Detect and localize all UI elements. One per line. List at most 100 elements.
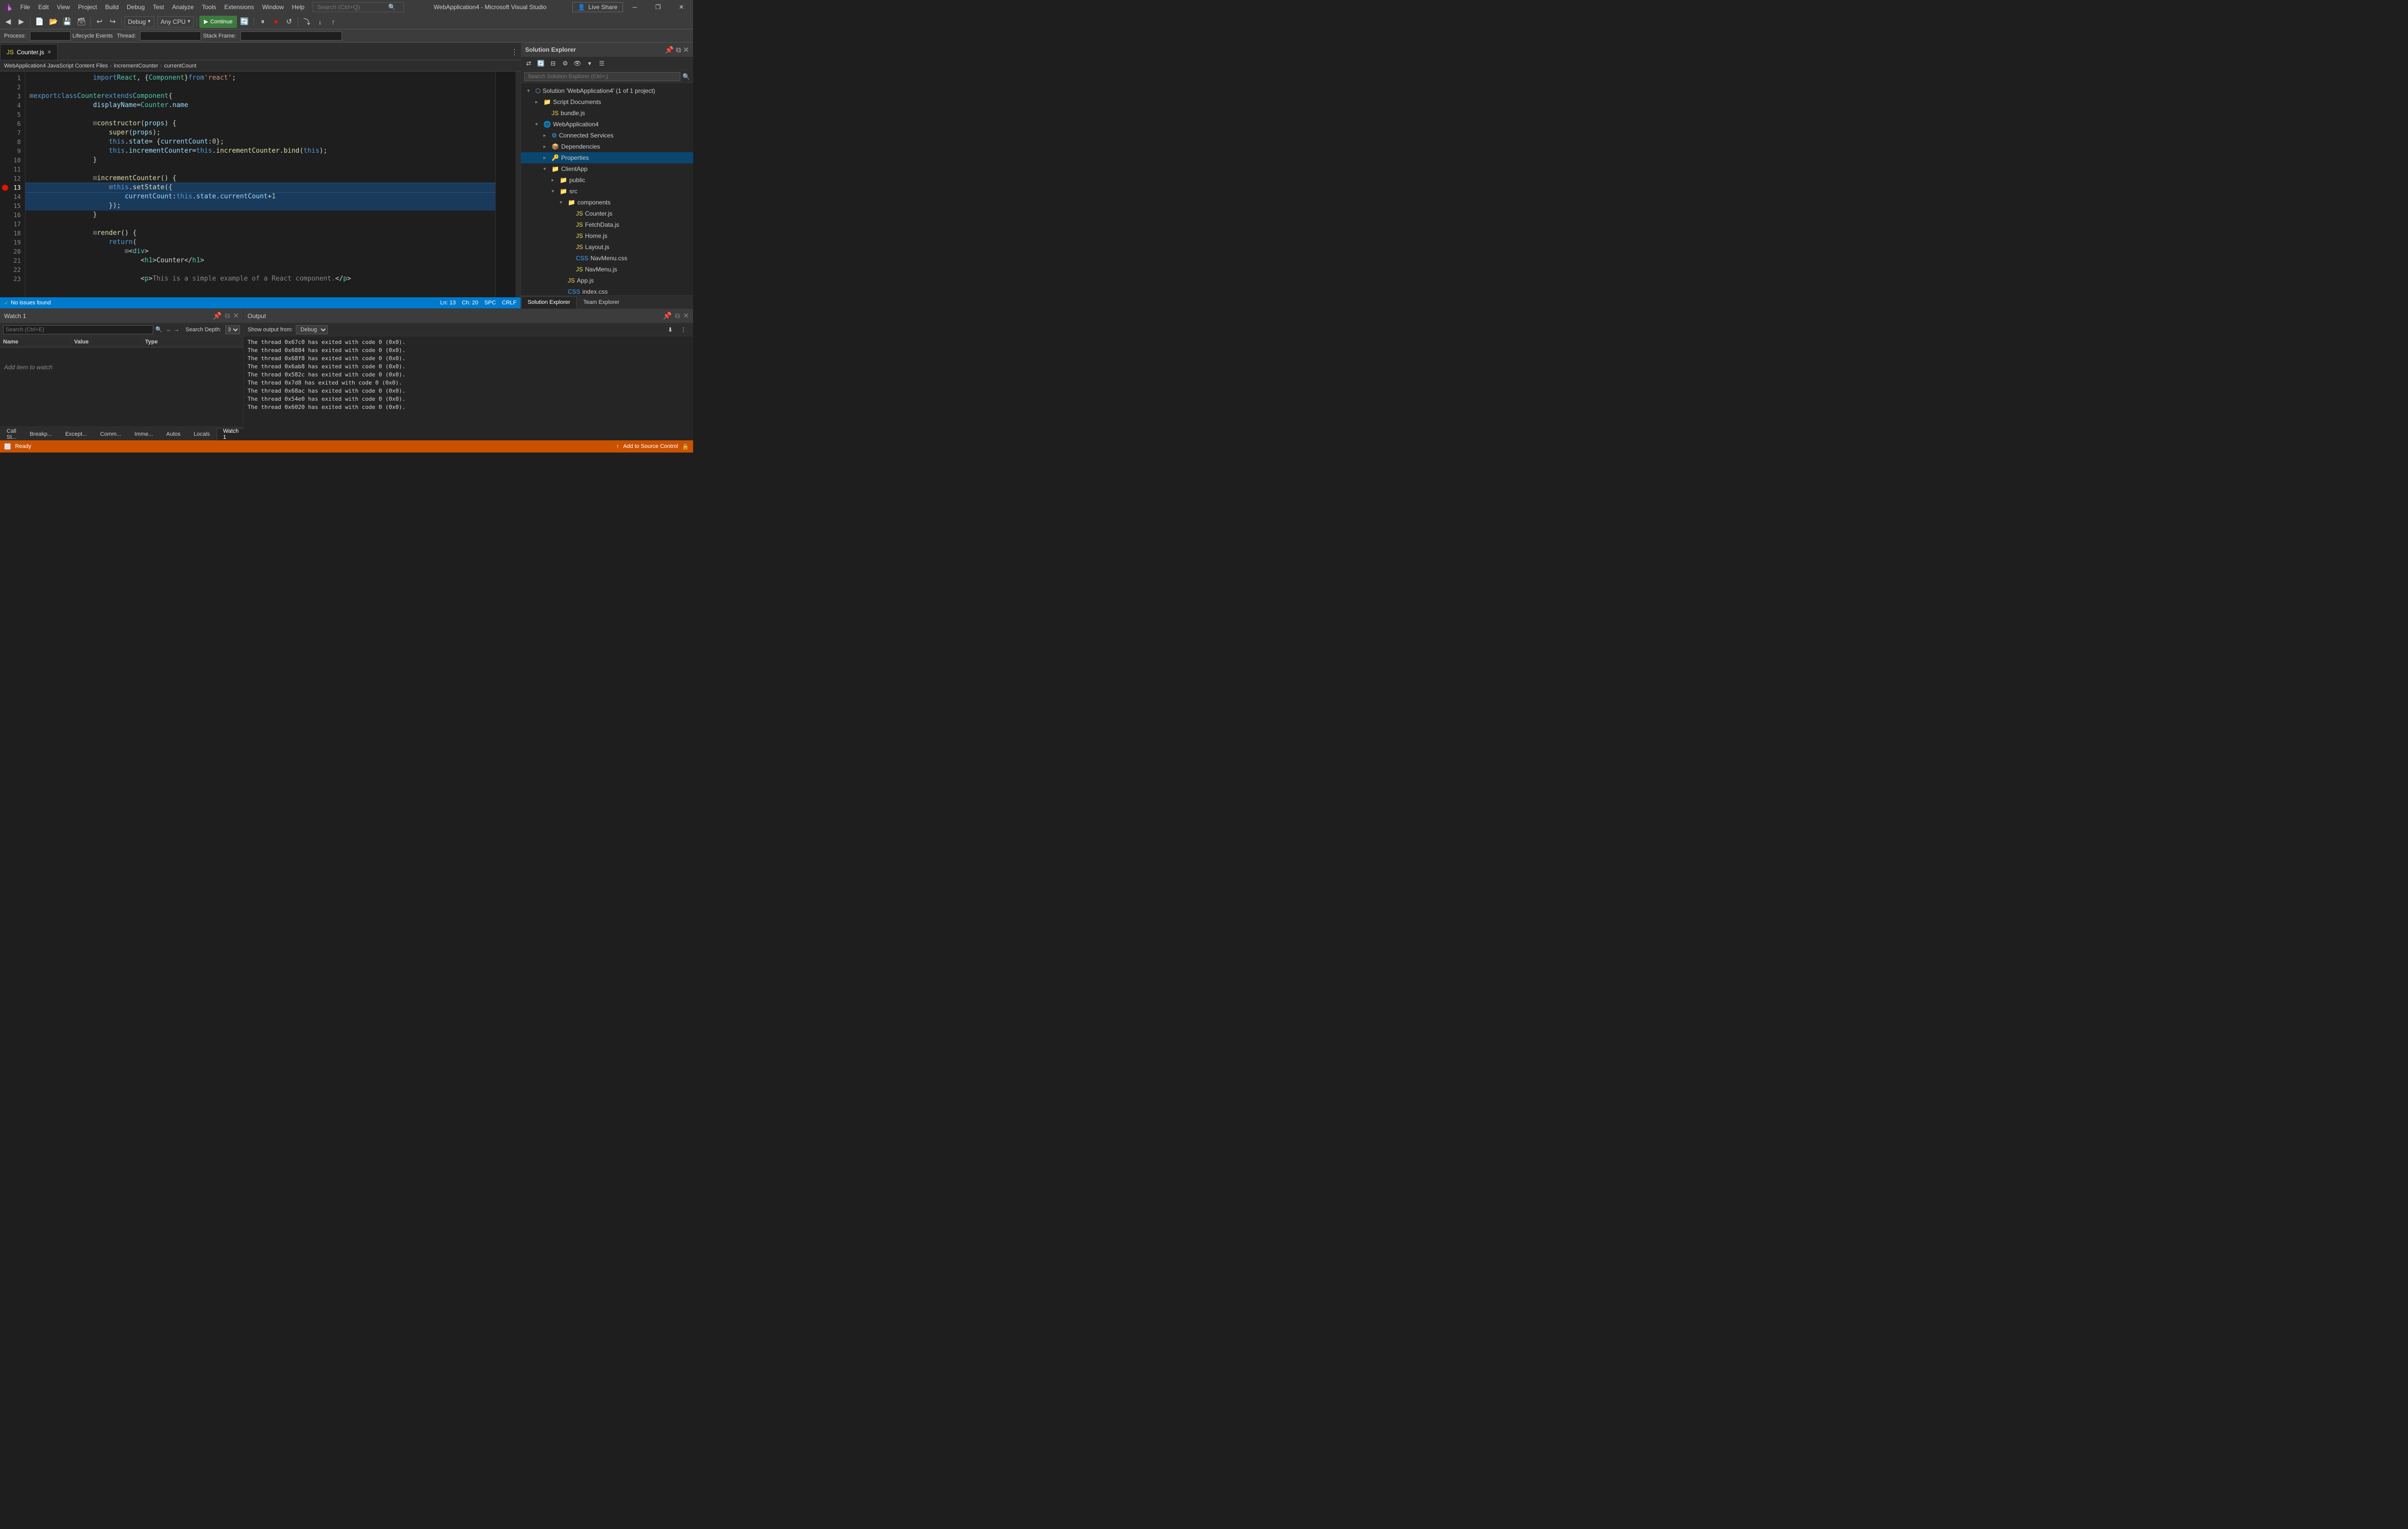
tree-src[interactable]: ▾ 📁 src (521, 186, 693, 197)
breakpoints-tab[interactable]: Breakp... (23, 428, 59, 440)
code-content[interactable]: import React, { Component } from 'react'… (25, 72, 495, 297)
menu-project[interactable]: Project (74, 2, 101, 13)
watch-back-button[interactable]: ← (166, 327, 172, 333)
search-depth-select[interactable]: 3 (225, 325, 240, 334)
locals-tab[interactable]: Locals (187, 428, 217, 440)
se-properties-button[interactable]: ⚙ (560, 58, 571, 69)
step-out-button[interactable]: ↑ (327, 16, 339, 28)
solution-explorer-search[interactable]: 🔍 (521, 70, 693, 83)
vertical-scrollbar[interactable] (515, 72, 521, 297)
platform-dropdown[interactable]: Any CPU ▾ (157, 16, 194, 27)
menu-extensions[interactable]: Extensions (220, 2, 258, 13)
autos-tab[interactable]: Autos (160, 428, 187, 440)
watch-close-button[interactable]: ✕ (233, 311, 239, 320)
se-refresh-button[interactable]: 🔄 (535, 58, 546, 69)
output-options-button[interactable]: ⋮ (678, 324, 689, 335)
tree-solution[interactable]: ▾ ⬡ Solution 'WebApplication4' (1 of 1 p… (521, 85, 693, 96)
debug-config-dropdown[interactable]: Debug ▾ (124, 16, 154, 27)
menu-build[interactable]: Build (101, 2, 123, 13)
step-into-button[interactable]: ↓ (314, 16, 326, 28)
pause-button[interactable]: ⏸ (257, 16, 269, 28)
se-collapse-button[interactable]: ⊟ (547, 58, 559, 69)
close-button[interactable]: ✕ (670, 0, 693, 14)
watch-1-tab[interactable]: Watch 1 (217, 428, 246, 440)
output-float-button[interactable]: ⧉ (675, 311, 680, 320)
step-over-button[interactable]: ⤵ (301, 16, 313, 28)
restart-button[interactable]: ↺ (283, 16, 295, 28)
output-content[interactable]: The thread 0x67c0 has exited with code 0… (244, 336, 693, 440)
output-source-select[interactable]: Debug (296, 325, 328, 334)
restore-button[interactable]: ❐ (646, 0, 670, 14)
solution-explorer-tab[interactable]: Solution Explorer (521, 296, 577, 308)
tab-close-icon[interactable]: ✕ (47, 50, 51, 55)
tree-fetchdata-js[interactable]: ▸ JS FetchData.js (521, 219, 693, 230)
menu-file[interactable]: File (16, 2, 34, 13)
tree-components[interactable]: ▾ 📁 components (521, 197, 693, 208)
tree-webapp[interactable]: ▾ 🌐 WebApplication4 (521, 119, 693, 130)
tree-clientapp[interactable]: ▾ 📁 ClientApp (521, 163, 693, 175)
se-settings-button[interactable]: ☰ (596, 58, 607, 69)
se-sync-button[interactable]: ⇄ (523, 58, 534, 69)
tree-navmenu-js[interactable]: ▸ JS NavMenu.js (521, 264, 693, 275)
command-window-tab[interactable]: Comm... (93, 428, 128, 440)
undo-button[interactable]: ↩ (93, 16, 106, 28)
continue-button[interactable]: ▶ Continue (199, 16, 237, 28)
menu-tools[interactable]: Tools (198, 2, 220, 13)
stop-button[interactable]: ⏹ (270, 16, 282, 28)
save-all-button[interactable]: 🗃 (75, 16, 88, 28)
watch-forward-button[interactable]: → (174, 327, 180, 333)
se-filter-button[interactable]: ▾ (584, 58, 595, 69)
add-to-source-label[interactable]: Add to Source Control (623, 443, 678, 449)
tree-properties[interactable]: ▸ 🔑 Properties (521, 152, 693, 163)
search-input[interactable] (317, 4, 388, 11)
redo-button[interactable]: ↪ (107, 16, 119, 28)
watch-pin-button[interactable]: 📌 (213, 311, 222, 320)
call-stack-tab[interactable]: Call St... (0, 428, 23, 440)
tree-script-documents[interactable]: ▸ 📁 Script Documents (521, 96, 693, 108)
tree-index-css[interactable]: ▸ CSS index.css (521, 286, 693, 295)
stack-input[interactable] (240, 31, 342, 41)
new-project-button[interactable]: 📄 (33, 16, 46, 28)
save-button[interactable]: 💾 (61, 16, 74, 28)
pin-button[interactable]: 📌 (665, 46, 674, 54)
immediate-tab[interactable]: Imme... (128, 428, 160, 440)
tree-counter-js[interactable]: ▸ JS Counter.js (521, 208, 693, 219)
close-panel-button[interactable]: ✕ (683, 46, 689, 54)
source-control-button[interactable]: 🔒 (682, 443, 689, 450)
tree-dependencies[interactable]: ▸ 📦 Dependencies (521, 141, 693, 152)
tree-bundle-js[interactable]: ▸ JS bundle.js (521, 108, 693, 119)
back-button[interactable]: ◀ (2, 16, 14, 28)
solution-search-input[interactable] (524, 72, 680, 81)
float-button[interactable]: ⧉ (676, 46, 681, 54)
tree-layout-js[interactable]: ▸ JS Layout.js (521, 241, 693, 253)
menu-window[interactable]: Window (258, 2, 288, 13)
tree-app-js[interactable]: ▸ JS App.js (521, 275, 693, 286)
forward-button[interactable]: ▶ (15, 16, 27, 28)
search-box[interactable]: 🔍 (313, 2, 404, 12)
counter-js-tab[interactable]: JS Counter.js ✕ (0, 44, 58, 60)
thread-input[interactable] (140, 31, 201, 41)
breadcrumb-item-1[interactable]: WebApplication4 JavaScript Content Files (4, 63, 108, 69)
process-input[interactable] (30, 31, 71, 41)
tree-home-js[interactable]: ▸ JS Home.js (521, 230, 693, 241)
watch-search-input[interactable] (3, 325, 153, 334)
menu-test[interactable]: Test (149, 2, 168, 13)
menu-help[interactable]: Help (288, 2, 308, 13)
breadcrumb-item-2[interactable]: incrementCounter (114, 63, 158, 69)
breadcrumb-item-3[interactable]: currentCount (164, 63, 196, 69)
menu-debug[interactable]: Debug (123, 2, 149, 13)
open-button[interactable]: 📂 (47, 16, 59, 28)
output-pin-button[interactable]: 📌 (663, 311, 672, 320)
menu-view[interactable]: View (53, 2, 74, 13)
team-explorer-tab[interactable]: Team Explorer (577, 296, 626, 308)
tree-connected-services[interactable]: ▸ ⚙ Connected Services (521, 130, 693, 141)
menu-edit[interactable]: Edit (34, 2, 53, 13)
editor-options-button[interactable]: ⋮ (508, 44, 521, 60)
tree-navmenu-css[interactable]: ▸ CSS NavMenu.css (521, 253, 693, 264)
minimize-button[interactable]: ─ (623, 0, 646, 14)
tree-public[interactable]: ▸ 📁 public (521, 175, 693, 186)
live-share-button[interactable]: 👤 Live Share (572, 2, 623, 12)
menu-analyze[interactable]: Analyze (168, 2, 198, 13)
output-close-button[interactable]: ✕ (683, 311, 689, 320)
refresh-button[interactable]: 🔄 (238, 16, 251, 28)
